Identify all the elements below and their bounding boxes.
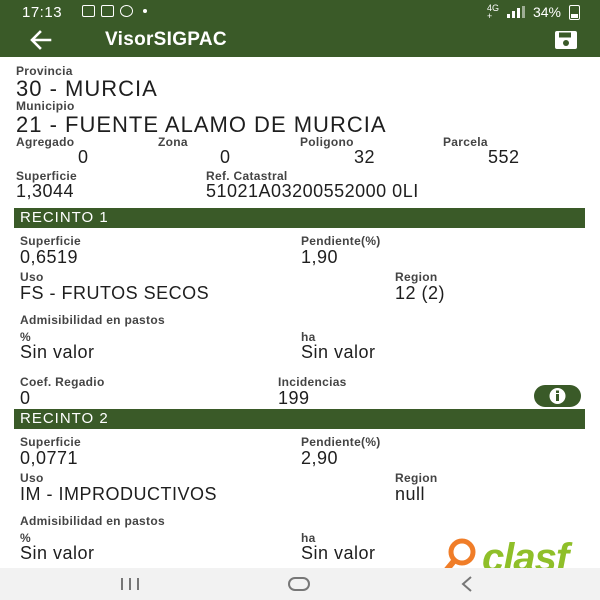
r2-pendiente-value: 2,90: [301, 448, 339, 468]
parcela-label: Parcela: [443, 135, 488, 149]
status-time: 17:13: [22, 4, 63, 21]
r2-uso-value: IM - IMPRODUCTIVOS: [20, 484, 217, 504]
r2-uso-label: Uso: [20, 471, 44, 485]
poligono-label: Poligono: [300, 135, 354, 149]
network-sub-label: +: [486, 11, 493, 21]
r2-region-label: Region: [395, 471, 438, 485]
superficie-value: 1,3044: [16, 181, 75, 201]
tools-icon: [101, 5, 114, 17]
r2-pct-value: Sin valor: [20, 543, 95, 563]
signal-icon: [506, 6, 525, 18]
battery-icon: [569, 4, 580, 20]
r2-superficie-label: Superficie: [20, 435, 82, 449]
municipio-label: Municipio: [16, 99, 75, 113]
app-bar: VisorSIGPAC: [0, 24, 600, 57]
system-nav-bar: [0, 568, 600, 600]
parcel-details: Provincia 30 - MURCIA Municipio 21 - FUE…: [0, 57, 600, 568]
home-icon[interactable]: [286, 574, 312, 594]
r1-pendiente-label: Pendiente(%): [301, 234, 381, 248]
agregado-value: 0: [78, 147, 89, 167]
status-right: 4G + 34%: [486, 4, 580, 21]
network-type: 4G +: [486, 4, 499, 21]
poligono-value: 32: [354, 147, 376, 167]
r1-incidencias-value: 199: [278, 388, 310, 408]
battery-percent: 34%: [532, 4, 561, 20]
r1-admisibilidad-label: Admisibilidad en pastos: [20, 313, 165, 327]
incidencias-info-button[interactable]: [534, 385, 581, 407]
r2-region-value: null: [395, 484, 426, 504]
r1-incidencias-label: Incidencias: [278, 375, 347, 389]
r1-coef-regadio-label: Coef. Regadio: [20, 375, 105, 389]
whatsapp-icon: [120, 5, 133, 17]
r2-admisibilidad-label: Admisibilidad en pastos: [20, 514, 165, 528]
zona-value: 0: [220, 147, 231, 167]
info-icon: [549, 388, 566, 404]
arrow-left-icon[interactable]: [28, 27, 54, 53]
r2-pendiente-label: Pendiente(%): [301, 435, 381, 449]
recent-apps-icon[interactable]: [118, 574, 142, 594]
more-notifications-icon: [143, 9, 147, 13]
r1-pendiente-value: 1,90: [301, 247, 339, 267]
r1-uso-label: Uso: [20, 270, 44, 284]
r1-region-value: 12 (2): [395, 283, 446, 303]
status-bar: 17:13 4G + 34%: [0, 0, 600, 24]
notification-icons: [82, 5, 147, 17]
ref-catastral-value: 51021A03200552000 0LI: [206, 181, 419, 201]
back-nav-icon[interactable]: [457, 574, 477, 594]
r1-region-label: Region: [395, 270, 438, 284]
parcela-value: 552: [488, 147, 520, 167]
r1-ha-value: Sin valor: [301, 342, 376, 362]
r1-uso-value: FS - FRUTOS SECOS: [20, 283, 210, 303]
recinto-2-header: RECINTO 2: [14, 409, 585, 429]
r1-superficie-value: 0,6519: [20, 247, 79, 267]
save-icon[interactable]: [554, 30, 578, 50]
r1-pct-value: Sin valor: [20, 342, 95, 362]
agregado-label: Agregado: [16, 135, 75, 149]
zona-label: Zona: [158, 135, 188, 149]
page-title: VisorSIGPAC: [105, 29, 227, 50]
recinto-1-header: RECINTO 1: [14, 208, 585, 228]
r1-superficie-label: Superficie: [20, 234, 82, 248]
r2-ha-value: Sin valor: [301, 543, 376, 563]
gallery-icon: [82, 5, 95, 17]
r2-superficie-value: 0,0771: [20, 448, 79, 468]
r1-coef-regadio-value: 0: [20, 388, 31, 408]
